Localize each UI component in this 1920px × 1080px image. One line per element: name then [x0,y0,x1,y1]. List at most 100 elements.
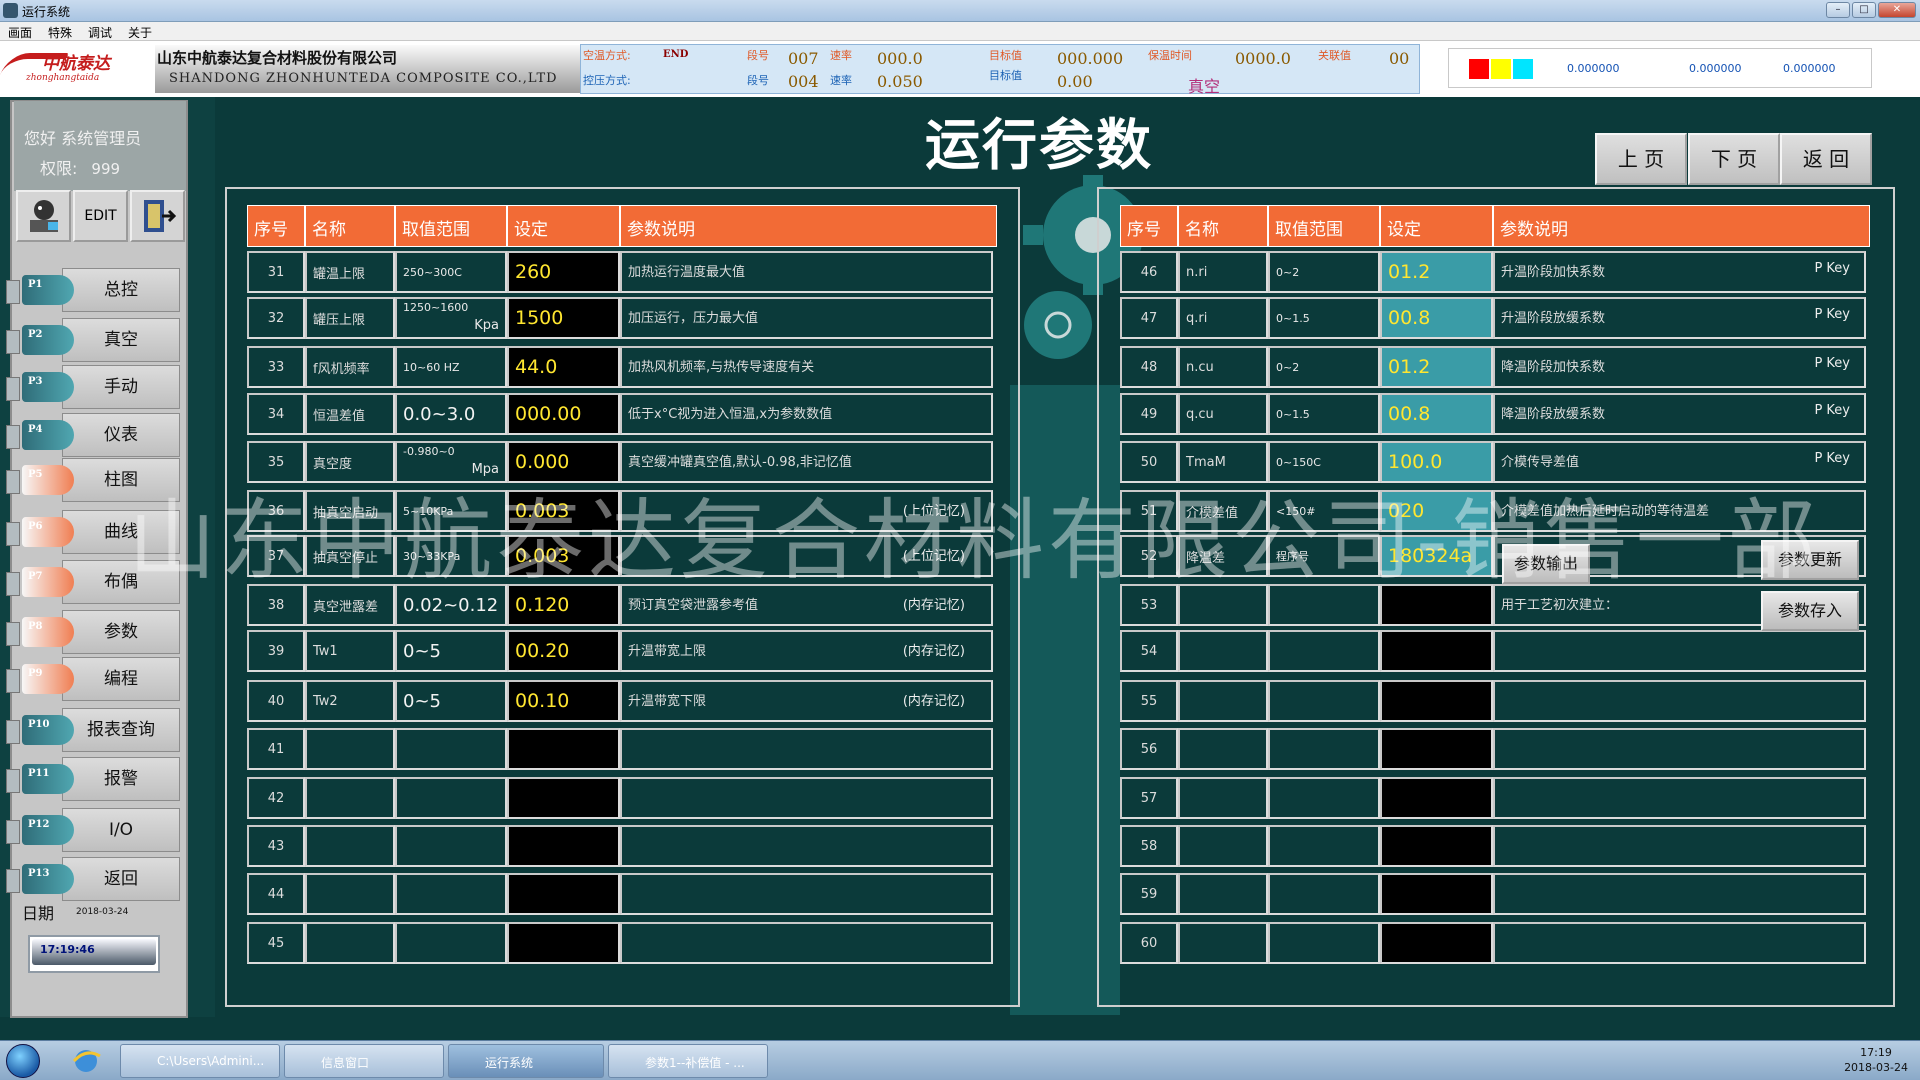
param-setting-input[interactable] [507,728,620,770]
param-setting-input[interactable] [1380,728,1493,770]
nav-button-p11[interactable]: 报警 [62,757,180,801]
param-description: 介模差值加热后延时启动的等待温差 [1493,490,1866,532]
nav-button-p6[interactable]: 曲线 [62,510,180,554]
save-params-button[interactable]: 参数存入 [1761,591,1859,631]
nav-button-p9[interactable]: 编程 [62,657,180,701]
param-description: 低于x°C视为进入恒温,x为参数数值 [620,393,993,435]
param-range: 0~1.5 [1268,393,1380,435]
param-description [1493,680,1866,722]
param-setting-input[interactable] [1380,922,1493,964]
table-header-right-4: 参数说明 [1493,205,1870,247]
menu-item-screen[interactable]: 画面 [0,22,40,40]
nav-button-p5[interactable]: 柱图 [62,458,180,502]
nav-button-p3[interactable]: 手动 [62,365,180,409]
table-header-right-0: 序号 [1120,205,1178,247]
param-setting-input[interactable]: 000.00 [507,393,620,435]
nav-button-p12[interactable]: I/O [62,808,180,852]
param-setting-input[interactable]: 0.000 [507,441,620,483]
menu-item-special[interactable]: 特殊 [40,22,80,40]
param-range: -0.980~0 Mpa [395,441,507,483]
system-tray-clock[interactable]: 17:19 2018-03-24 [1844,1045,1908,1075]
nav-button-p4[interactable]: 仪表 [62,413,180,457]
refresh-params-button[interactable]: 参数更新 [1761,540,1859,580]
param-setting-input[interactable]: 0.003 [507,535,620,577]
param-description-text: 介模差值加热后延时启动的等待温差 [1501,504,1710,519]
nav-button-p1[interactable]: 总控 [62,268,180,312]
param-setting-input[interactable]: 44.0 [507,346,620,388]
indicator-value-3: 0.000000 [1783,62,1836,75]
param-setting-input[interactable]: 01.2 [1380,251,1493,293]
param-range-text: 250~300C [403,265,462,279]
nav-tag-p4: P4 [22,420,74,450]
param-name: f风机频率 [305,346,395,388]
param-setting-input[interactable]: 01.2 [1380,346,1493,388]
param-name [1178,630,1268,672]
nav-button-p8[interactable]: 参数 [62,610,180,654]
browser-icon[interactable] [66,1046,106,1076]
param-range-text: 0.02~0.12 [403,594,499,616]
exit-button[interactable] [130,190,185,242]
close-button[interactable]: ✕ [1878,2,1916,18]
param-description [1493,777,1866,819]
param-range [1268,584,1380,626]
param-setting-input[interactable]: 00.8 [1380,393,1493,435]
table-header-left-3: 设定 [507,205,620,247]
next-page-button[interactable]: 下 页 [1688,133,1780,185]
param-setting-input[interactable] [1380,584,1493,626]
logo-subtext: zhonghangtaida [26,73,100,83]
nav-button-p13[interactable]: 返回 [62,857,180,901]
maximize-button[interactable]: □ [1852,2,1876,18]
taskbar-task-runtime-system[interactable]: 运行系统 [448,1044,604,1078]
param-setting-input[interactable]: 00.8 [1380,297,1493,339]
row-number: 55 [1120,680,1178,722]
start-button[interactable] [6,1044,40,1078]
row-number: 51 [1120,490,1178,532]
param-setting-input[interactable] [1380,873,1493,915]
param-setting-input[interactable] [1380,630,1493,672]
nav-indicator [6,869,20,893]
export-params-button[interactable]: 参数输出 [1502,544,1590,584]
back-button[interactable]: 返 回 [1780,133,1872,185]
menu-item-about[interactable]: 关于 [120,22,160,40]
param-setting-input[interactable]: 00.20 [507,630,620,672]
param-name: 抽真空停止 [305,535,395,577]
menu-item-debug[interactable]: 调试 [80,22,120,40]
target-label-2: 目标值 [989,69,1022,82]
param-name [305,922,395,964]
param-setting-input[interactable]: 180324a [1380,535,1493,577]
param-setting-input[interactable] [1380,825,1493,867]
param-setting-input[interactable] [1380,680,1493,722]
param-setting-input[interactable]: 260 [507,251,620,293]
param-setting-input[interactable]: 020 [1380,490,1493,532]
param-setting-input[interactable] [1380,777,1493,819]
company-name-cn: 山东中航泰达复合材料股份有限公司 [157,49,398,67]
param-range-text: 5~10KPa [403,504,454,518]
param-setting-input[interactable]: 00.10 [507,680,620,722]
nav-tag-label: P11 [28,768,50,779]
nav-button-p7[interactable]: 布偶 [62,560,180,604]
param-setting-input[interactable] [507,922,620,964]
param-range-text: 0~2 [1276,360,1300,374]
param-setting-input[interactable] [507,825,620,867]
nav-button-p2[interactable]: 真空 [62,318,180,362]
edit-button[interactable]: EDIT [73,190,128,242]
param-setting-input[interactable]: 100.0 [1380,441,1493,483]
param-setting-input[interactable]: 0.003 [507,490,620,532]
target-value-2: 0.00 [1057,72,1093,91]
prev-page-button[interactable]: 上 页 [1595,133,1687,185]
taskbar-task-info-window[interactable]: 信息窗口 [284,1044,444,1078]
nav-tag-p3: P3 [22,372,74,402]
taskbar-task-params[interactable]: 参数1--补偿值 - ... [608,1044,768,1078]
param-setting-input[interactable] [507,873,620,915]
minimize-button[interactable]: – [1826,2,1850,18]
nav-button-p10[interactable]: 报表查询 [62,708,180,752]
menu-bar: 画面 特殊 调试 关于 [0,22,1920,41]
param-setting-input[interactable]: 0.120 [507,584,620,626]
param-setting-input[interactable]: 1500 [507,297,620,339]
user-login-button[interactable] [16,190,71,242]
param-description-text: 加压运行，压力最大值 [628,311,759,326]
taskbar-task-explorer[interactable]: C:\Users\Admini... [120,1044,280,1078]
nav-indicator [6,720,20,744]
param-note: (内存记忆) [902,598,965,613]
param-setting-input[interactable] [507,777,620,819]
